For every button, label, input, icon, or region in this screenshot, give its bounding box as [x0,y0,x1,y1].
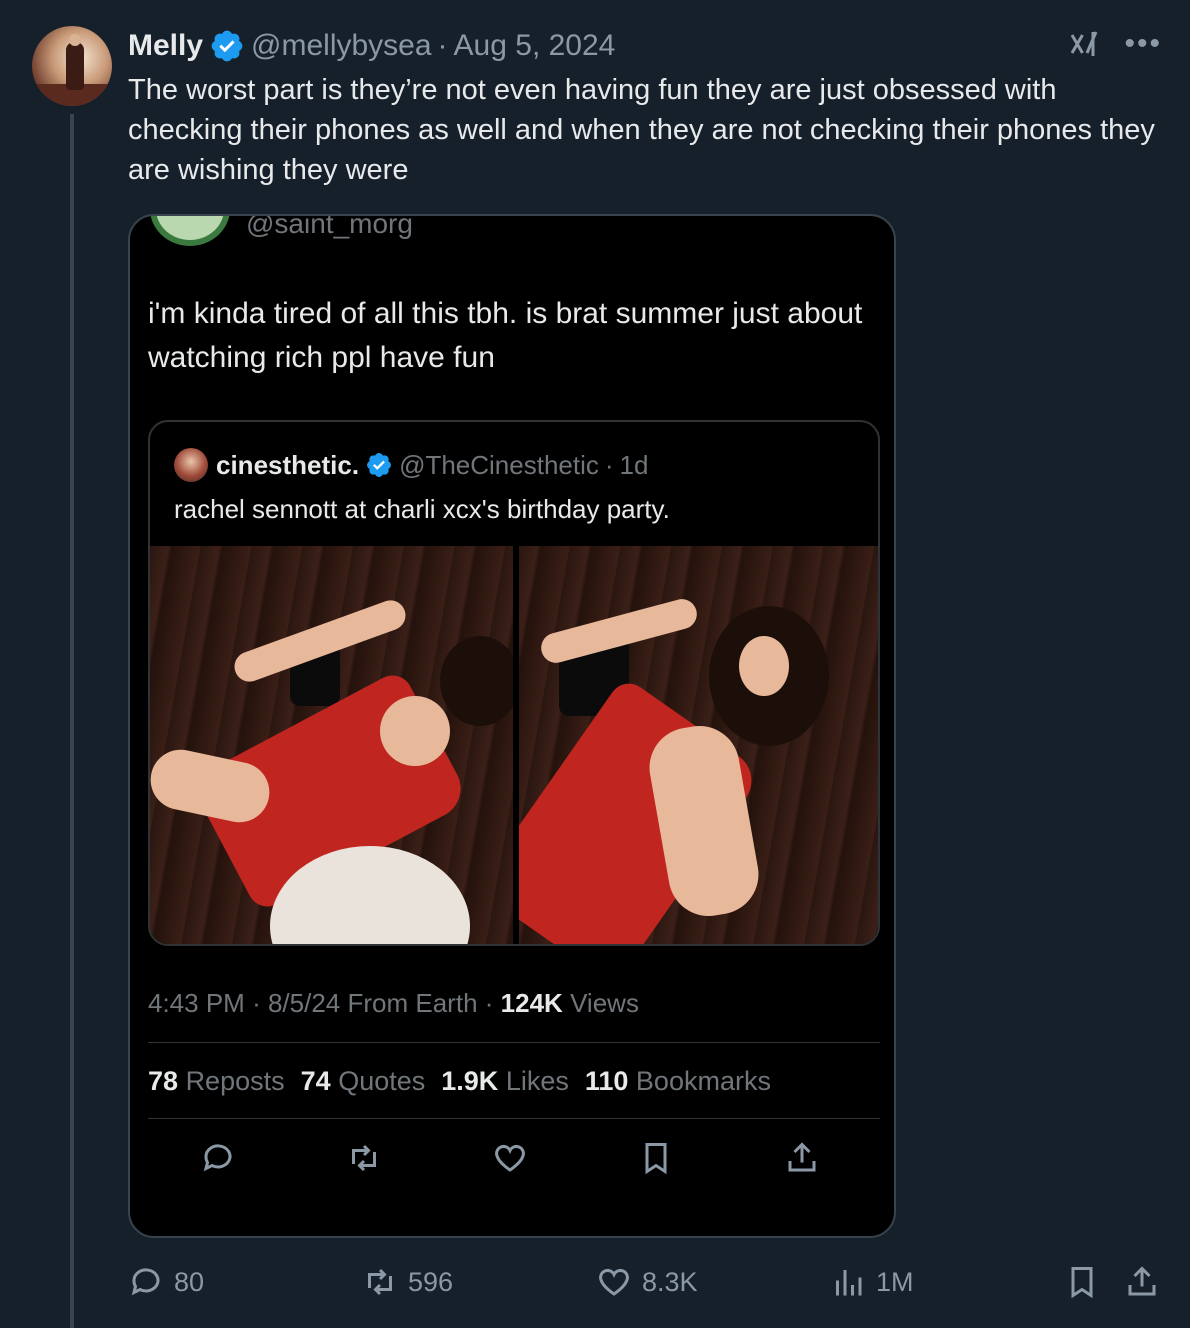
reply-icon [131,1268,160,1296]
photo-left-hair [440,636,513,726]
tweet-date[interactable]: Aug 5, 2024 [454,29,616,63]
views-icon [836,1270,862,1296]
views-button[interactable]: 1M [830,1264,914,1300]
bookmark-icon [1071,1267,1093,1299]
screenshot-avatar [150,216,230,246]
meta-views-count: 124K [500,988,563,1018]
repost-button[interactable]: 596 [362,1264,453,1300]
embedded-screenshot[interactable]: @saint_morg i'm kinda tired of all this … [128,214,896,1238]
photo-right [519,546,878,944]
reply-count: 80 [174,1266,205,1297]
bookmark-icon [645,1143,667,1175]
photo-right-face [739,636,789,696]
divider [148,1118,880,1119]
bookmark-button[interactable] [1064,1264,1100,1300]
stat-bookmarks: 110 Bookmarks [584,1066,771,1096]
quote-avatar [174,448,208,482]
screenshot-stats: 78 Reposts 74 Quotes 1.9K Likes 110 Book… [148,1066,771,1097]
author-handle[interactable]: @mellybysea [251,29,432,63]
author-name[interactable]: Melly [128,29,203,63]
tweet-text: The worst part is they’re not even havin… [128,74,1155,186]
quote-time: 1d [619,449,649,480]
like-icon [599,1268,629,1296]
quote-author-name: cinesthetic. [216,449,360,480]
share-button[interactable] [1124,1264,1160,1300]
views-count: 1M [876,1266,914,1297]
header-separator: · [437,29,448,62]
meta-date: 8/5/24 [267,988,341,1018]
quote-photos [150,546,878,944]
tweet-header: Melly @mellybysea · Aug 5, 2024 [128,28,615,64]
reply-button[interactable]: 80 [128,1264,204,1300]
thread-line [70,114,74,1328]
screenshot-handle: @saint_morg [246,214,413,239]
divider [148,1042,880,1043]
repost-icon [352,1144,376,1172]
photo-left [150,546,513,944]
tweet-actions: 80 596 8.3K 1M [128,1262,1168,1302]
like-count: 8.3K [642,1266,698,1297]
verified-icon [211,30,243,62]
repost-count: 596 [408,1266,454,1297]
meta-source: From Earth [347,988,478,1018]
photo-left-chest [380,696,450,766]
quote-verified-icon [367,453,392,477]
like-button[interactable]: 8.3K [596,1264,698,1300]
stat-reposts: 78 Reposts [148,1066,285,1096]
screenshot-meta: 4:43 PM · 8/5/24 From Earth · 124K Views [148,988,639,1019]
meta-views-label: Views [570,988,639,1018]
meta-dot-2: · [484,988,494,1018]
quote-text: rachel sennott at charli xcx's birthday … [174,494,670,524]
avatar-figure [66,42,84,90]
more-options-icon[interactable]: ••• [1124,29,1162,59]
tweet-top-actions: ••• [1066,26,1162,62]
share-icon [1128,1266,1156,1296]
quote-separator: · [604,449,614,480]
like-icon [495,1144,525,1172]
avatar[interactable] [32,26,112,106]
screenshot-actions [200,1140,820,1176]
share-icon [788,1142,816,1172]
reply-icon [203,1144,232,1172]
avatar-head [69,34,81,46]
meta-time: 4:43 PM [148,988,245,1018]
quote-header: cinesthetic. @TheCinesthetic · 1d [216,448,648,482]
stat-likes: 1.9K Likes [441,1066,569,1096]
quoted-tweet: cinesthetic. @TheCinesthetic · 1d rachel… [148,420,880,946]
quote-author-handle: @TheCinesthetic [399,449,599,480]
screenshot-text: i'm kinda tired of all this tbh. is brat… [148,297,863,374]
stat-quotes: 74 Quotes [300,1066,426,1096]
repost-icon [368,1268,392,1296]
meta-dot-1: · [252,988,261,1018]
grok-icon[interactable] [1066,26,1102,62]
